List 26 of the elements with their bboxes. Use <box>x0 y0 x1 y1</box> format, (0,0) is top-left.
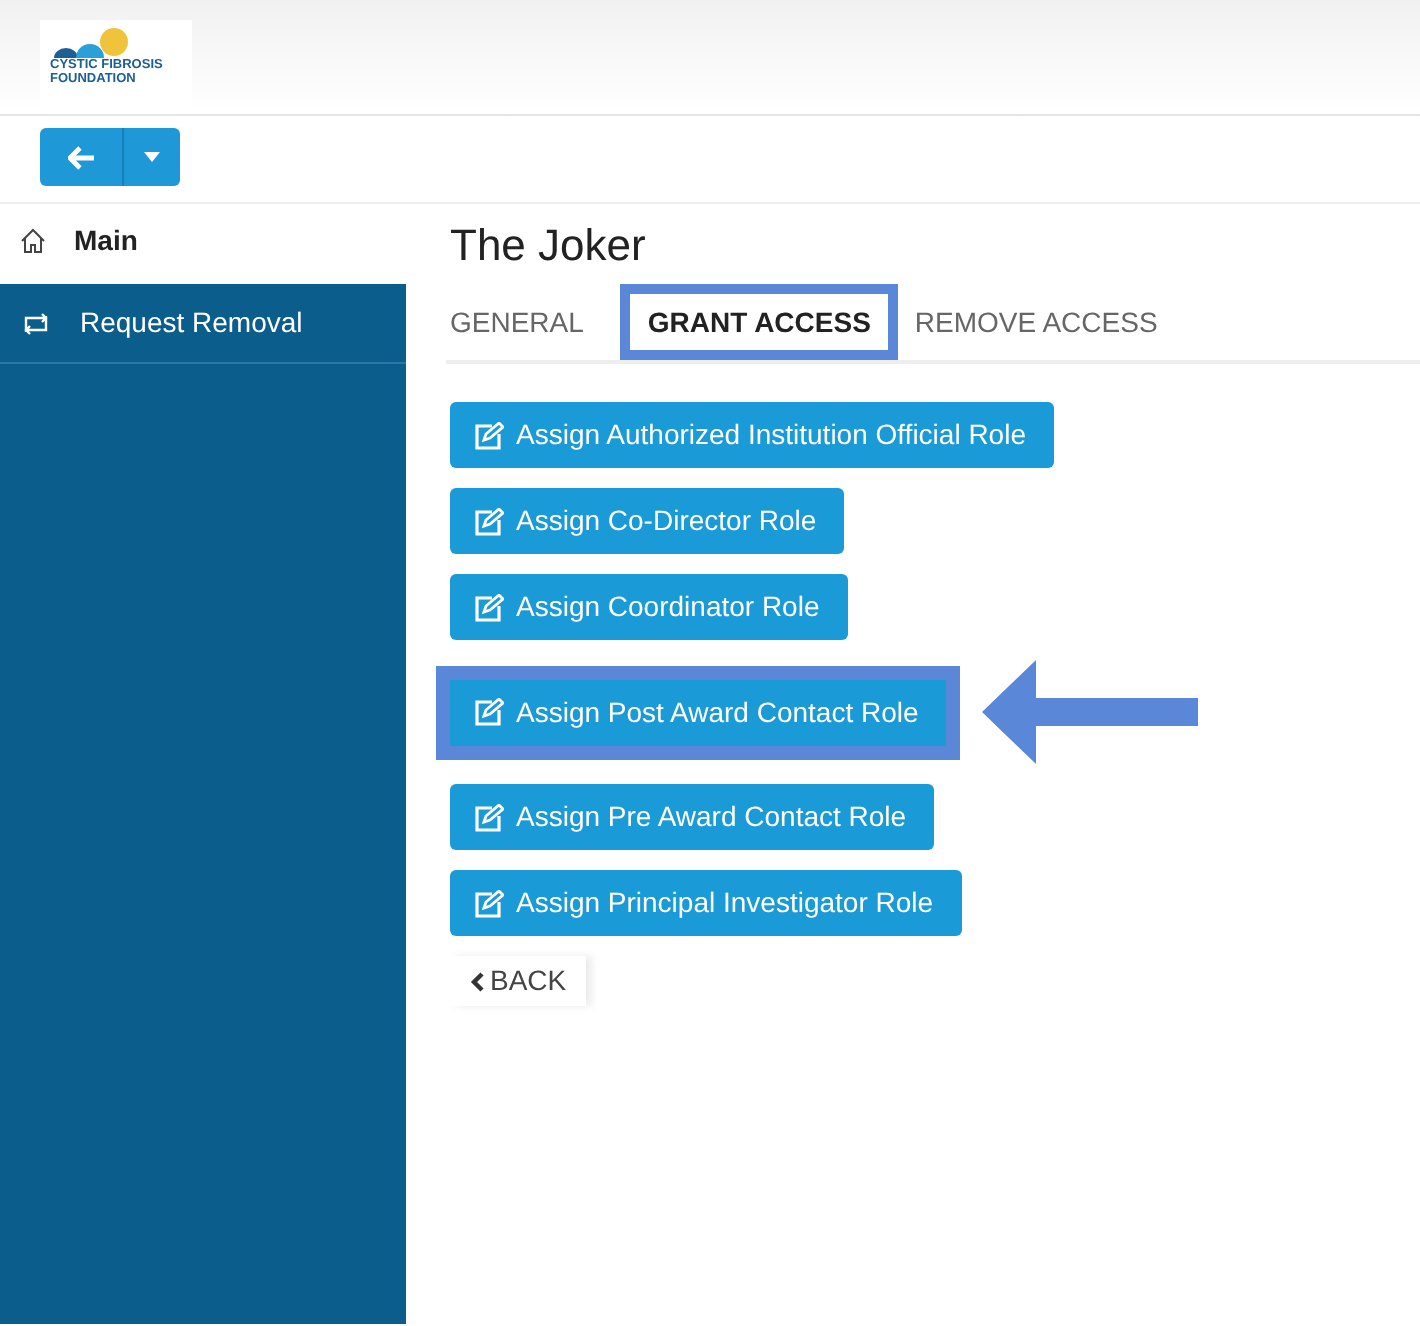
tab[interactable]: GRANT ACCESS <box>619 284 899 361</box>
logo-icon <box>50 24 130 60</box>
assign-role-button[interactable]: Assign Authorized Institution Official Role <box>450 402 1054 469</box>
page-title: The Joker <box>450 220 648 273</box>
repeat-icon <box>20 311 52 335</box>
edit-icon <box>474 421 504 450</box>
edit-icon <box>474 698 504 727</box>
edit-icon <box>474 593 504 622</box>
assign-role-button[interactable]: Assign Coordinator Role <box>450 574 848 641</box>
tab[interactable]: GENERAL <box>446 284 608 361</box>
caret-icon <box>144 152 160 162</box>
back-button[interactable]: BACK <box>450 956 587 1007</box>
home-icon <box>20 228 46 254</box>
edit-icon <box>474 507 504 536</box>
assign-role-button[interactable]: Assign Post Award Contact Role <box>450 679 947 746</box>
assign-role-button[interactable]: Assign Pre Award Contact Role <box>450 784 935 851</box>
chevron-left-icon <box>470 971 484 992</box>
arrow-left-icon <box>67 145 95 169</box>
sidebar-item[interactable]: Request Removal <box>0 284 406 364</box>
assign-role-button[interactable]: Assign Co-Director Role <box>450 488 845 555</box>
edit-icon <box>474 889 504 918</box>
tab[interactable]: REMOVE ACCESS <box>910 284 1182 361</box>
assign-role-button[interactable]: Assign Principal Investigator Role <box>450 870 962 937</box>
edit-icon <box>474 803 504 832</box>
sidebar-item[interactable]: Main <box>0 204 406 284</box>
back-split-button[interactable] <box>40 128 180 186</box>
